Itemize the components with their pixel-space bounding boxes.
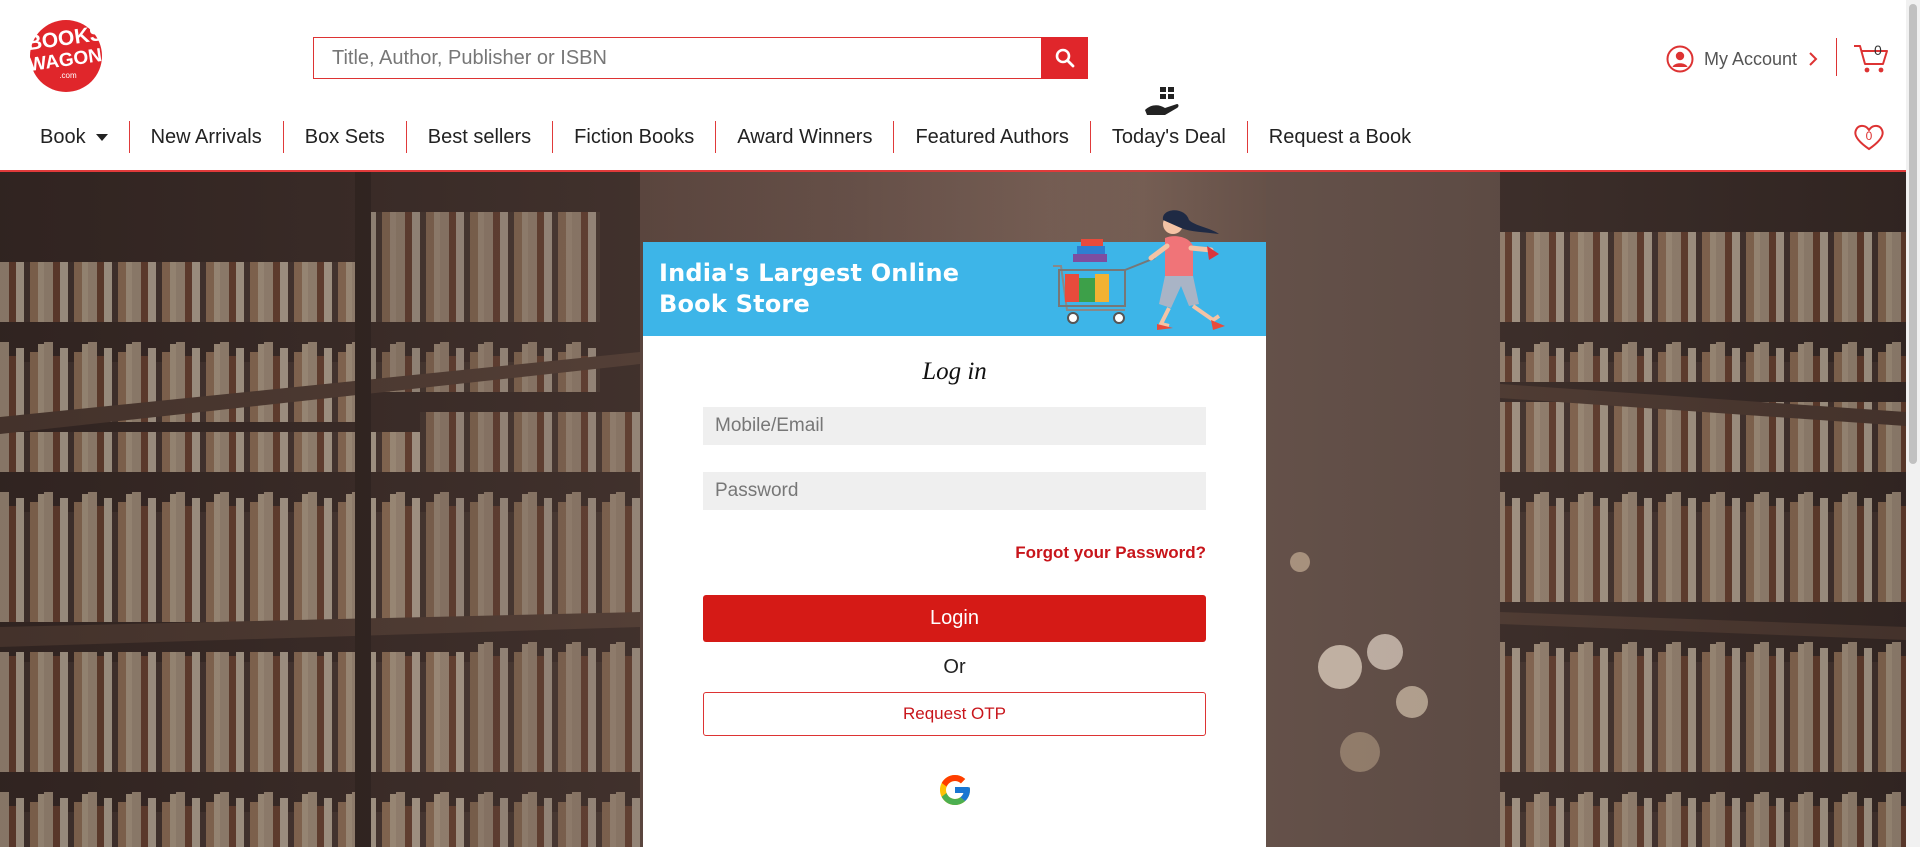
wishlist-button[interactable]: 0 — [1852, 122, 1886, 152]
nav-item-label: New Arrivals — [150, 125, 262, 148]
nav-item-request-a-book[interactable]: Request a Book — [1248, 121, 1432, 153]
main-nav: Book New Arrivals Box Sets Best sellers … — [18, 121, 1432, 153]
search-button[interactable] — [1041, 37, 1088, 79]
nav-item-label: Box Sets — [304, 125, 385, 148]
nav-item-new-arrivals[interactable]: New Arrivals — [130, 121, 284, 153]
scrollbar-thumb[interactable] — [1909, 4, 1917, 464]
nav-item-best-sellers[interactable]: Best sellers — [407, 121, 554, 153]
nav-item-box-sets[interactable]: Box Sets — [284, 121, 407, 153]
login-card: India's Largest Online Book Store Log in… — [643, 210, 1266, 847]
request-otp-button[interactable]: Request OTP — [703, 692, 1206, 736]
cart-count: 0 — [1874, 42, 1882, 58]
nav-item-label: Book — [40, 125, 86, 148]
nav-item-label: Best sellers — [427, 125, 532, 148]
search-bar — [313, 37, 1088, 79]
search-icon — [1055, 48, 1074, 68]
nav-item-label: Award Winners — [737, 125, 873, 148]
cart-button[interactable]: 0 — [1852, 40, 1890, 76]
my-account-label: My Account — [1704, 48, 1798, 69]
user-icon — [1666, 45, 1694, 73]
search-input[interactable] — [313, 37, 1041, 79]
header-divider — [1836, 38, 1837, 76]
nav-item-label: Fiction Books — [574, 125, 695, 148]
or-separator: Or — [943, 656, 966, 678]
my-account-link[interactable]: My Account — [1666, 44, 1819, 74]
google-icon[interactable] — [937, 772, 973, 808]
cart-icon — [1854, 45, 1888, 73]
site-header: BOOKS WAGON .com My Account — [0, 0, 1906, 172]
forgot-password-link[interactable]: Forgot your Password? — [1015, 543, 1206, 563]
wishlist-count: 0 — [1865, 129, 1873, 143]
promo-banner: India's Largest Online Book Store — [643, 210, 1266, 336]
password-field[interactable] — [703, 472, 1206, 510]
logo-text-3: .com — [59, 71, 77, 80]
nav-item-fiction-books[interactable]: Fiction Books — [553, 121, 717, 153]
banner-text: India's Largest Online Book Store — [659, 258, 959, 320]
nav-item-featured-authors[interactable]: Featured Authors — [894, 121, 1091, 153]
nav-item-label: Today's Deal — [1111, 125, 1226, 148]
chevron-right-icon — [1809, 52, 1818, 66]
banner-line-1: India's Largest Online — [659, 259, 960, 287]
nav-item-todays-deal[interactable]: Today's Deal — [1091, 121, 1248, 153]
email-field[interactable] — [703, 407, 1206, 445]
caret-down-icon — [95, 133, 108, 141]
nav-item-book[interactable]: Book — [18, 121, 130, 153]
nav-item-label: Request a Book — [1268, 125, 1412, 148]
login-title: Log in — [922, 358, 987, 385]
login-button[interactable]: Login — [703, 595, 1206, 642]
nav-item-award-winners[interactable]: Award Winners — [716, 121, 895, 153]
shopping-cart-illustration — [1053, 210, 1225, 330]
nav-item-label: Featured Authors — [915, 125, 1069, 148]
deal-gift-icon — [1145, 87, 1179, 115]
bookswagon-logo[interactable]: BOOKS WAGON .com — [18, 18, 114, 94]
banner-line-2: Book Store — [659, 290, 810, 318]
